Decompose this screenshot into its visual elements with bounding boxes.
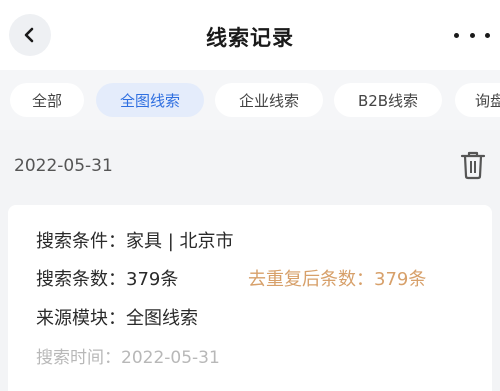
filter-tabs: 全部 全图线索 企业线索 B2B线索 询盘: [0, 70, 500, 130]
record-date: 2022-05-31: [14, 156, 113, 176]
dedup-count-row: 去重复后条数：379条: [248, 265, 426, 291]
source-module-row: 来源模块：全图线索: [36, 304, 198, 330]
dedup-count-value: 379条: [374, 269, 427, 290]
search-time-value: 2022-05-31: [121, 348, 220, 368]
source-module-value: 全图线索: [126, 308, 198, 329]
source-module-label: 来源模块：: [36, 308, 126, 329]
tab-map-leads[interactable]: 全图线索: [96, 83, 204, 117]
record-date-row: 2022-05-31: [0, 132, 500, 202]
tab-b2b-leads[interactable]: B2B线索: [334, 83, 442, 117]
delete-button[interactable]: [460, 150, 486, 180]
search-condition-value: 家具 | 北京市: [126, 231, 234, 252]
search-count-value: 379条: [126, 269, 179, 290]
search-time-label: 搜索时间：: [36, 348, 121, 368]
dedup-count-label: 去重复后条数：: [248, 269, 374, 290]
search-condition-row: 搜索条件：家具 | 北京市: [36, 227, 234, 253]
more-button[interactable]: [454, 24, 490, 46]
page-title: 线索记录: [206, 26, 294, 50]
trash-icon: [460, 151, 486, 180]
search-count-label: 搜索条数：: [36, 269, 126, 290]
top-navigation-bar: 线索记录: [0, 0, 500, 70]
search-count-row: 搜索条数：379条: [36, 265, 178, 291]
tab-inquiry[interactable]: 询盘: [455, 83, 500, 117]
more-dots-icon: [454, 32, 490, 38]
search-time-row: 搜索时间：2022-05-31: [36, 343, 220, 368]
search-condition-label: 搜索条件：: [36, 231, 126, 252]
tab-company-leads[interactable]: 企业线索: [215, 83, 323, 117]
record-card[interactable]: 搜索条件：家具 | 北京市 搜索条数：379条 去重复后条数：379条 来源模块…: [8, 205, 492, 391]
tab-all[interactable]: 全部: [10, 83, 84, 117]
